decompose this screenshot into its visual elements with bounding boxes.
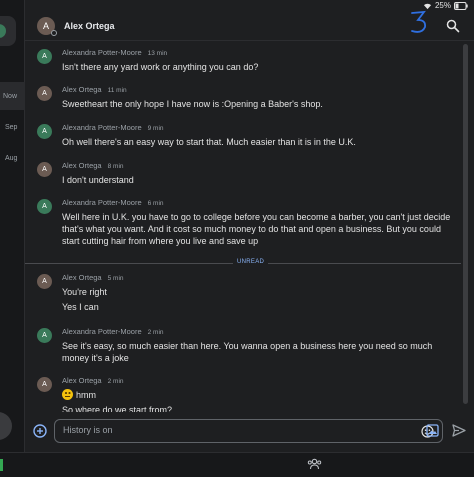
avatar[interactable]: A xyxy=(37,162,52,177)
chat-app: 25% Now Sep Aug A Alex Ortega A Alexandra… xyxy=(0,0,474,477)
avatar[interactable]: A xyxy=(37,199,52,214)
message-header: Alex Ortega 11 min xyxy=(62,85,127,94)
sender-name: Alex Ortega xyxy=(62,376,102,385)
chat-header: A Alex Ortega xyxy=(25,10,474,41)
message-text: hmm xyxy=(62,389,460,401)
avatar xyxy=(0,24,6,38)
avatar-initial: A xyxy=(42,332,47,339)
message-header: Alex Ortega 5 min xyxy=(62,273,124,282)
message-header: Alexandra Potter-Moore 2 min xyxy=(62,327,164,336)
message-timestamp: 13 min xyxy=(147,50,168,57)
avatar-initial: A xyxy=(42,203,47,210)
message-text: See it's easy, so much easier than here.… xyxy=(62,341,433,363)
status-bar: 25% xyxy=(423,0,474,11)
battery-icon xyxy=(454,1,468,10)
message-timestamp: 8 min xyxy=(107,163,124,170)
avatar[interactable]: A xyxy=(37,274,52,289)
avatar[interactable]: A xyxy=(37,16,57,36)
presence-dot xyxy=(51,29,57,36)
contact-name: Alex Ortega xyxy=(64,20,115,31)
bottom-navigation-bar xyxy=(0,452,474,477)
people-icon[interactable] xyxy=(307,458,322,470)
battery-percent: 25% xyxy=(434,1,451,10)
active-indicator xyxy=(0,459,3,471)
message-text: I don't understand xyxy=(62,175,134,185)
sidebar-date-sep: Sep xyxy=(5,124,18,131)
message-thread: A Alexandra Potter-Moore 13 min Isn't there… xyxy=(25,42,461,412)
add-icon[interactable] xyxy=(33,424,47,438)
message-text: Well here in U.K. you have to go to coll… xyxy=(62,212,451,246)
message-header: Alexandra Potter-Moore 6 min xyxy=(62,198,164,207)
send-icon[interactable] xyxy=(452,424,466,437)
avatar-initial: A xyxy=(42,278,47,285)
search-icon[interactable] xyxy=(446,19,460,33)
sender-name: Alex Ortega xyxy=(62,161,102,170)
message-text: You're right xyxy=(62,287,107,297)
avatar-initial: A xyxy=(42,20,49,31)
message-text: Sweetheart the only hope I have now is :… xyxy=(62,99,323,109)
message-header: Alex Ortega 8 min xyxy=(62,161,124,170)
image-icon[interactable] xyxy=(426,424,439,437)
avatar-initial: A xyxy=(42,53,47,60)
avatar-initial: A xyxy=(42,381,47,388)
sidebar-date-now: Now xyxy=(3,93,18,100)
message-timestamp: 5 min xyxy=(107,275,124,282)
message-text: So where do we start from? xyxy=(62,405,173,412)
avatar[interactable]: A xyxy=(37,328,52,343)
thinking-emoji-icon xyxy=(62,389,73,400)
sidebar-conversation-item[interactable] xyxy=(0,16,16,46)
sender-name: Alexandra Potter-Moore xyxy=(62,48,142,57)
message-timestamp: 11 min xyxy=(107,87,127,94)
message-text: Yes I can xyxy=(62,302,99,312)
message-timestamp: 2 min xyxy=(147,329,164,336)
message-header: Alexandra Potter-Moore 13 min xyxy=(62,48,167,57)
sender-name: Alexandra Potter-Moore xyxy=(62,327,142,336)
composer: History is on xyxy=(25,412,474,452)
message-header: Alex Ortega 2 min xyxy=(62,376,124,385)
handwritten-scribble xyxy=(411,10,427,33)
avatar[interactable]: A xyxy=(37,124,52,139)
message-header: Alexandra Potter-Moore 9 min xyxy=(62,123,164,132)
message-timestamp: 9 min xyxy=(147,125,164,132)
avatar-initial: A xyxy=(42,166,47,173)
avatar-initial: A xyxy=(42,128,47,135)
message-text: Isn't there any yard work or anything yo… xyxy=(62,62,259,72)
scrollbar[interactable] xyxy=(463,44,468,404)
new-chat-button[interactable] xyxy=(0,412,12,440)
message-input-text: History is on xyxy=(63,425,113,435)
sender-name: Alexandra Potter-Moore xyxy=(62,198,142,207)
sender-name: Alex Ortega xyxy=(62,85,102,94)
avatar[interactable]: A xyxy=(37,49,52,64)
conversation-list-sidebar: Now Sep Aug xyxy=(0,0,25,477)
avatar-initial: A xyxy=(42,90,47,97)
unread-label: UNREAD xyxy=(233,259,269,265)
sender-name: Alexandra Potter-Moore xyxy=(62,123,142,132)
message-timestamp: 2 min xyxy=(107,378,124,385)
message-timestamp: 6 min xyxy=(147,200,164,207)
message-input[interactable]: History is on xyxy=(54,419,443,443)
avatar[interactable]: A xyxy=(37,377,52,392)
sender-name: Alex Ortega xyxy=(62,273,102,282)
avatar[interactable]: A xyxy=(37,86,52,101)
message-text: Oh well there's an easy way to start tha… xyxy=(62,137,356,147)
sidebar-date-aug: Aug xyxy=(5,155,18,162)
message-text-content: hmm xyxy=(76,390,96,400)
